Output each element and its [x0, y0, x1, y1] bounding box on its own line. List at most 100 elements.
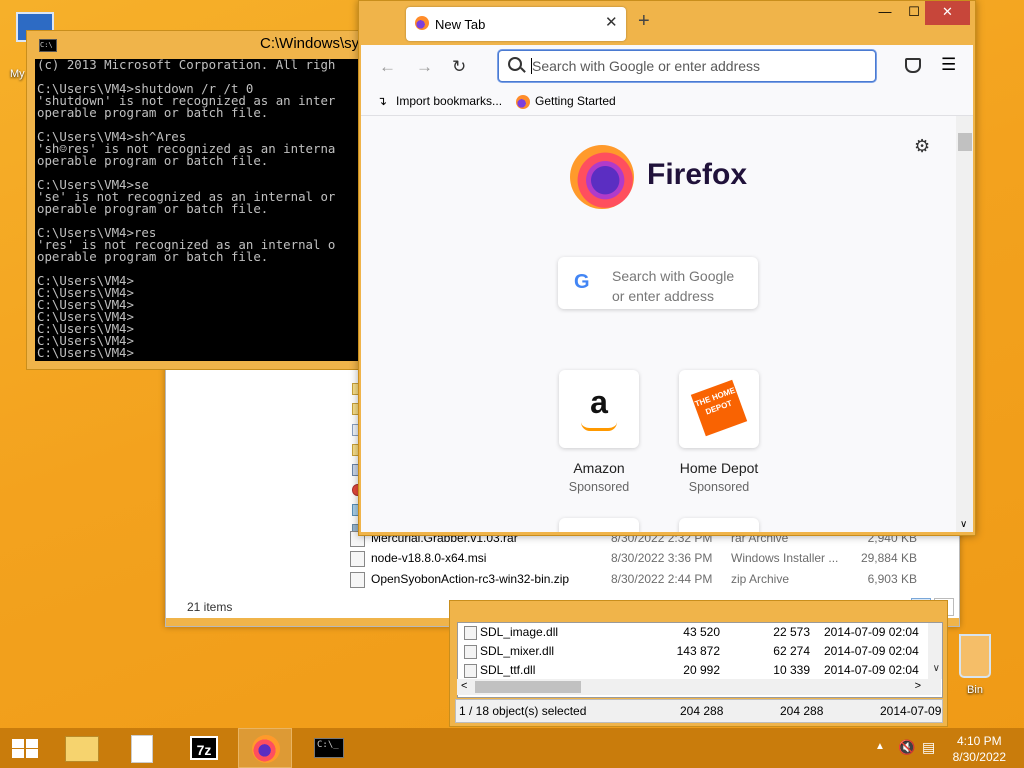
reload-icon[interactable]: ↻: [452, 57, 466, 77]
system-clock[interactable]: 4:10 PM 8/30/2022: [953, 733, 1006, 765]
shortcut-tile-amazon[interactable]: a: [559, 370, 639, 448]
tile-sponsored-label: Sponsored: [568, 480, 630, 494]
amazon-smile-icon: [581, 422, 617, 431]
archive-file-packed: 22 573: [773, 625, 810, 639]
dll-file-icon: [464, 626, 477, 640]
chevron-up-icon[interactable]: ▲: [875, 741, 885, 752]
chevron-down-icon[interactable]: ∨: [960, 519, 967, 530]
archive-file-modified: 2014-07-09 02:04: [824, 644, 919, 658]
status-bar: 1 / 18 object(s) selected 204 288 204 28…: [455, 699, 943, 723]
file-size: 6,903 KB: [867, 572, 917, 586]
chevron-down-icon[interactable]: ∨: [933, 663, 940, 674]
recycle-bin-icon: [959, 634, 991, 678]
getting-started-link[interactable]: Getting Started: [535, 94, 616, 108]
page-scrollbar[interactable]: ∨: [956, 116, 973, 532]
status-packed: 204 288: [780, 704, 824, 718]
zip-archive-icon: [350, 572, 365, 588]
back-arrow-icon[interactable]: ←: [379, 57, 396, 77]
new-tab-page: ⚙ Firefox G Search with Google or enter …: [361, 116, 973, 532]
close-icon[interactable]: ✕: [605, 13, 618, 31]
shortcut-tile-home-depot[interactable]: THE HOME DEPOT: [679, 370, 759, 448]
cmd-icon: C:\_: [314, 738, 344, 758]
search-box[interactable]: G Search with Google or enter address: [558, 257, 758, 309]
firefox-icon: [252, 735, 280, 763]
shortcut-tile[interactable]: [559, 518, 639, 532]
minimize-button[interactable]: —: [871, 1, 899, 25]
tab-bar: New Tab ✕ + — ☐ ✕: [359, 1, 975, 45]
gear-icon[interactable]: ⚙: [914, 136, 930, 157]
tab-new-tab[interactable]: New Tab ✕: [406, 7, 626, 41]
chevron-right-icon[interactable]: >: [915, 680, 921, 692]
archive-file-modified: 2014-07-09 02:04: [824, 663, 919, 677]
archive-file-size: 143 872: [676, 644, 720, 658]
file-row[interactable]: node-v18.8.0-x64.msi 8/30/2022 3:36 PM W…: [350, 548, 950, 568]
menu-icon[interactable]: ☰: [941, 55, 956, 75]
google-icon: G: [574, 271, 590, 293]
file-explorer-taskbar-button[interactable]: [55, 728, 109, 768]
tile-label: Amazon: [573, 460, 625, 476]
command-prompt-window: C:\ C:\Windows\sy (c) 2013 Microsoft Cor…: [26, 30, 368, 370]
new-tab-button[interactable]: +: [638, 10, 650, 33]
start-button[interactable]: [0, 728, 50, 768]
item-count-label: 21 items: [187, 600, 233, 614]
home-depot-logo-icon: THE HOME DEPOT: [690, 379, 748, 437]
volume-muted-icon[interactable]: 🔇: [898, 739, 915, 756]
search-placeholder: Search with Google or enter address: [612, 266, 752, 306]
archive-file-name: SDL_image.dll: [480, 625, 559, 639]
sevenzip-icon: 7z: [190, 736, 218, 760]
import-bookmarks-link[interactable]: Import bookmarks...: [396, 94, 502, 108]
file-name: OpenSyobonAction-rc3-win32-bin.zip: [371, 572, 570, 586]
archive-file-name: SDL_mixer.dll: [480, 644, 555, 658]
archive-file-size: 20 992: [683, 663, 720, 677]
taskbar: 7z C:\_ ▲ 🔇 ▤ 4:10 PM 8/30/2022: [0, 728, 1024, 768]
firefox-logo-icon: [570, 145, 634, 209]
archive-row[interactable]: SDL_mixer.dll 143 872 62 274 2014-07-09 …: [458, 642, 928, 661]
notepad-taskbar-button[interactable]: [115, 728, 169, 768]
cmd-icon: C:\: [39, 39, 57, 52]
selection-status: 1 / 18 object(s) selected: [459, 704, 587, 718]
url-placeholder: Search with Google or enter address: [532, 58, 761, 74]
search-icon: [508, 57, 522, 71]
search-placeholder-line2: or enter address: [612, 288, 714, 304]
close-button[interactable]: ✕: [925, 1, 970, 25]
cmd-taskbar-button[interactable]: C:\_: [302, 728, 356, 768]
firefox-window: New Tab ✕ + — ☐ ✕ ← → ↻ Search with Goog…: [358, 0, 976, 536]
status-size: 204 288: [680, 704, 724, 718]
shortcut-tile[interactable]: [679, 518, 759, 532]
navigation-toolbar: ← → ↻ Search with Google or enter addres…: [361, 45, 973, 89]
my-computer-label: My: [10, 68, 25, 80]
cmd-title-bar[interactable]: C:\ C:\Windows\sy: [27, 31, 367, 57]
scrollbar-thumb[interactable]: [475, 681, 581, 693]
pocket-icon[interactable]: [905, 58, 921, 73]
archive-row[interactable]: SDL_image.dll 43 520 22 573 2014-07-09 0…: [458, 623, 928, 642]
archive-file-size: 43 520: [683, 625, 720, 639]
archive-row[interactable]: SDL_ttf.dll 20 992 10 339 2014-07-09 02:…: [458, 661, 928, 680]
amazon-logo-icon: a: [590, 384, 608, 420]
file-row[interactable]: OpenSyobonAction-rc3-win32-bin.zip 8/30/…: [350, 569, 950, 589]
tile-sponsored-label: Sponsored: [688, 480, 750, 494]
chevron-left-icon[interactable]: <: [461, 680, 467, 692]
firefox-wordmark: Firefox: [647, 158, 748, 191]
firefox-taskbar-button[interactable]: [238, 728, 292, 768]
file-type: zip Archive: [731, 572, 790, 586]
url-bar[interactable]: Search with Google or enter address: [498, 50, 876, 82]
firefox-icon: [516, 95, 530, 109]
network-icon[interactable]: ▤: [922, 739, 935, 756]
archive-file-modified: 2014-07-09 02:04: [824, 625, 919, 639]
import-icon: ↴: [377, 94, 388, 108]
file-size: 29,884 KB: [860, 551, 917, 565]
clock-date: 8/30/2022: [952, 750, 1006, 764]
recycle-bin-desktop-icon[interactable]: Bin: [950, 630, 1000, 696]
installer-icon: [350, 551, 365, 567]
archive-file-name: SDL_ttf.dll: [480, 663, 536, 677]
cmd-console-output[interactable]: (c) 2013 Microsoft Corporation. All righ…: [35, 59, 367, 361]
windows-logo-icon: [12, 739, 38, 758]
tile-label: Home Depot: [679, 460, 759, 476]
horizontal-scrollbar[interactable]: < >: [457, 679, 941, 695]
file-name: node-v18.8.0-x64.msi: [371, 551, 487, 565]
scrollbar-thumb[interactable]: [958, 133, 972, 151]
sevenzip-taskbar-button[interactable]: 7z: [178, 728, 232, 768]
tab-label: New Tab: [435, 17, 486, 32]
file-date: 8/30/2022 3:36 PM: [611, 551, 713, 565]
forward-arrow-icon[interactable]: →: [416, 57, 433, 77]
